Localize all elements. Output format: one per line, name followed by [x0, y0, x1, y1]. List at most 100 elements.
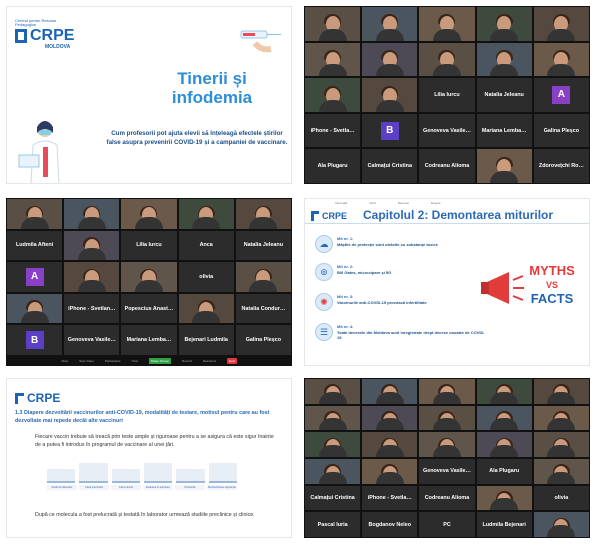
participant-tile[interactable] — [6, 198, 64, 230]
participant-tile[interactable]: Natalia Jeleanu — [234, 229, 292, 262]
participant-tile[interactable] — [532, 511, 590, 538]
toolbar-button[interactable]: Mute — [61, 359, 68, 363]
participant-tile[interactable]: A — [6, 261, 64, 293]
participant-tile[interactable] — [475, 41, 533, 78]
nav-item[interactable]: Despre — [431, 201, 441, 205]
participant-tile[interactable]: Pascal Iuria — [304, 511, 362, 538]
toolbar-button[interactable]: Participants — [105, 359, 121, 363]
participant-tile[interactable] — [361, 41, 419, 78]
avatar: B — [25, 331, 44, 350]
participant-tile[interactable] — [475, 484, 533, 512]
section-heading: 1.3 Diapere dezvoltării vaccinurilor ant… — [15, 410, 270, 424]
participant-tile[interactable] — [532, 458, 590, 485]
participant-tile[interactable]: olivia — [177, 261, 235, 293]
participant-tile[interactable]: Galina Pleșco — [234, 324, 292, 356]
syringe-icon — [240, 30, 281, 53]
participant-tile[interactable] — [361, 77, 419, 113]
participant-tile[interactable]: Mariana Lemba… — [120, 324, 178, 356]
participant-tile[interactable]: olivia — [532, 484, 590, 512]
participant-tile[interactable]: Ala Plugaru — [304, 148, 362, 184]
participant-tile[interactable] — [475, 378, 533, 405]
participant-tile[interactable]: Codreanu Alioma — [418, 484, 476, 512]
participant-tile[interactable] — [120, 261, 178, 293]
toolbar-button[interactable]: Reactions — [203, 359, 216, 363]
participant-tile[interactable]: Calmațui Cristina — [361, 148, 419, 184]
toolbar-button[interactable]: Chat — [131, 359, 137, 363]
participant-tile[interactable]: iPhone - Svetlan… — [63, 292, 121, 325]
participant-tile[interactable] — [418, 404, 476, 432]
participant-tile[interactable] — [418, 431, 476, 458]
participant-tile[interactable]: iPhone - Svetla… — [304, 112, 362, 149]
participant-tile[interactable] — [304, 77, 362, 113]
participant-tile[interactable] — [532, 404, 590, 432]
participant-tile[interactable]: Ludmila Bejenari — [475, 511, 533, 538]
participant-tile[interactable]: Bejenari Ludmila — [177, 324, 235, 356]
participant-tile[interactable]: Anca — [177, 229, 235, 262]
participant-tile[interactable] — [418, 6, 476, 42]
participant-tile[interactable] — [63, 261, 121, 293]
participant-tile[interactable] — [532, 378, 590, 405]
participant-tile[interactable] — [361, 6, 419, 42]
toolbar-button[interactable]: Share Screen — [148, 358, 172, 364]
participant-tile[interactable] — [361, 458, 419, 485]
participant-tile[interactable]: A — [532, 77, 590, 113]
participant-tile[interactable]: PC — [418, 511, 476, 538]
participant-tile[interactable] — [63, 229, 121, 262]
participant-name: Mariana Lemba… — [481, 127, 527, 134]
nav-item[interactable]: Ghid — [369, 201, 375, 205]
participant-video-body — [432, 28, 461, 41]
participant-tile[interactable]: iPhone - Svetla… — [361, 484, 419, 512]
participant-tile[interactable] — [361, 404, 419, 432]
participant-tile[interactable] — [475, 148, 533, 184]
nav-item[interactable]: Resurse — [398, 201, 409, 205]
participant-tile[interactable] — [6, 292, 64, 325]
participant-tile[interactable] — [304, 458, 362, 485]
participant-tile[interactable]: Bogdanov Neleo — [361, 511, 419, 538]
participant-tile[interactable]: Ludmila Afteni — [6, 229, 64, 262]
participant-tile[interactable] — [532, 431, 590, 458]
participant-tile[interactable] — [475, 431, 533, 458]
participant-tile[interactable] — [304, 378, 362, 405]
participant-tile[interactable] — [177, 292, 235, 325]
participant-tile[interactable] — [532, 41, 590, 78]
participant-tile[interactable]: B — [6, 324, 64, 356]
participant-tile[interactable] — [304, 6, 362, 42]
participant-tile[interactable] — [63, 198, 121, 230]
participant-tile[interactable]: B — [361, 112, 419, 149]
participant-tile[interactable] — [234, 261, 292, 293]
participant-tile[interactable]: Calmațui Cristina — [304, 484, 362, 512]
participant-tile[interactable] — [418, 41, 476, 78]
participant-name: Calmațui Cristina — [310, 494, 355, 501]
participant-tile[interactable]: Lilia Iurcu — [418, 77, 476, 113]
participant-tile[interactable]: Natalia Condur… — [234, 292, 292, 325]
participant-tile[interactable] — [418, 378, 476, 405]
participant-tile[interactable] — [304, 431, 362, 458]
nav-item[interactable]: Informații — [335, 201, 347, 205]
participant-tile[interactable]: Genoveva Vasile… — [63, 324, 121, 356]
participant-tile[interactable] — [475, 404, 533, 432]
toolbar-button[interactable]: Record — [182, 359, 192, 363]
participant-tile[interactable] — [304, 404, 362, 432]
participant-tile[interactable] — [361, 431, 419, 458]
participant-tile[interactable] — [120, 198, 178, 230]
participant-tile[interactable] — [475, 6, 533, 42]
participant-tile[interactable] — [177, 198, 235, 230]
participant-tile[interactable] — [361, 378, 419, 405]
participant-tile[interactable]: Genoveva Vasile… — [418, 112, 476, 149]
title-slide: Centrul pentru Resurse Pedagogice CRPE M… — [6, 6, 292, 184]
participant-tile[interactable]: Codreanu Alioma — [418, 148, 476, 184]
participant-tile[interactable]: Ala Plugaru — [475, 458, 533, 485]
participant-tile[interactable] — [304, 41, 362, 78]
participant-tile[interactable] — [234, 198, 292, 230]
participant-tile[interactable]: Galina Pleșco — [532, 112, 590, 149]
slide-subtitle: Cum profesorii pot ajuta elevii să înțel… — [106, 130, 288, 146]
participant-tile[interactable]: Natalia Jeleanu — [475, 77, 533, 113]
participant-tile[interactable]: Mariana Lemba… — [475, 112, 533, 149]
participant-tile[interactable]: Lilia Iurcu — [120, 229, 178, 262]
toolbar-button[interactable]: Stop Video — [79, 359, 94, 363]
toolbar-button[interactable]: End — [227, 358, 237, 364]
participant-tile[interactable]: Zdorovețchi Ro… — [532, 148, 590, 184]
participant-tile[interactable]: Popescius Anast… — [120, 292, 178, 325]
participant-tile[interactable]: Genoveva Vasile… — [418, 458, 476, 485]
participant-tile[interactable] — [532, 6, 590, 42]
